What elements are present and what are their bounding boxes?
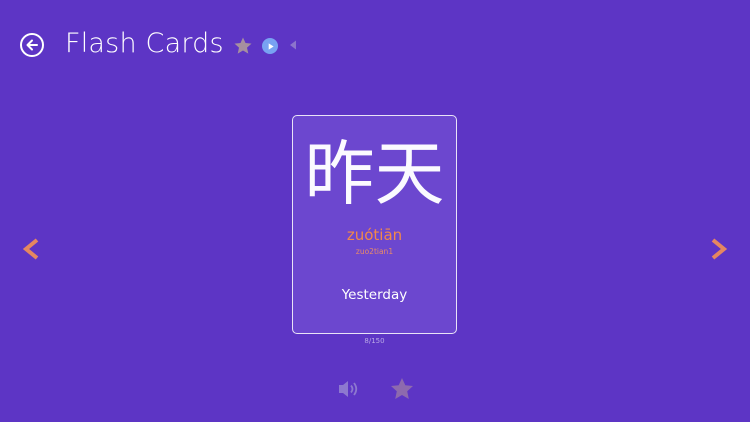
card-meaning: Yesterday [341,287,408,303]
back-button[interactable] [20,33,44,57]
card-pinyin-numbered: zuo2tian1 [355,247,394,256]
play-button[interactable] [262,38,278,54]
prev-triangle-icon[interactable] [289,40,297,50]
card-hanzi: 昨天 [304,133,445,215]
bookmark-star-icon[interactable] [389,376,415,402]
flash-card[interactable]: 昨天 zuótiān zuo2tian1 Yesterday [292,115,457,334]
page-title: Flash Cards [65,28,224,59]
next-card-arrow-icon[interactable] [710,238,728,260]
card-pinyin: zuótiān [346,226,403,244]
previous-card-arrow-icon[interactable] [22,238,40,260]
back-arrow-icon [26,39,38,51]
play-icon [268,42,274,50]
favorite-star-icon[interactable] [233,36,253,56]
card-counter: 8/150 [364,337,385,345]
flash-cards-page: Flash Cards 昨天 zuótiān zuo2tian1 Yesterd… [0,0,750,422]
speaker-icon[interactable] [336,378,362,400]
